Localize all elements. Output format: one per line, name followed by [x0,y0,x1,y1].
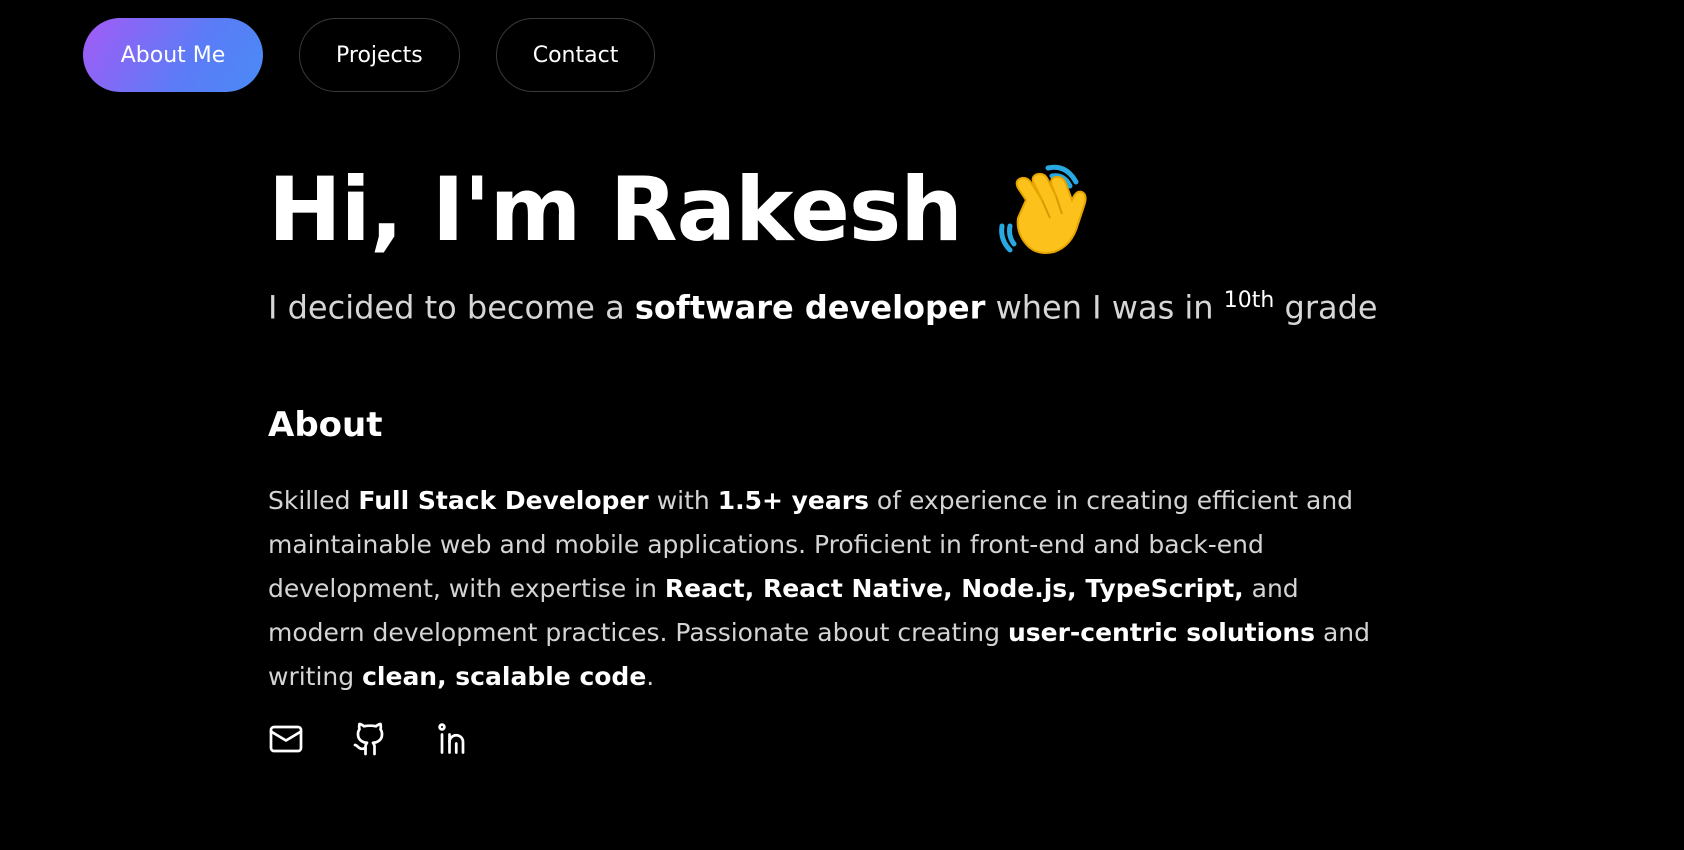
mail-icon[interactable] [268,721,304,757]
hero-title-text: Hi, I'm Rakesh [268,158,963,261]
main-content: Hi, I'm Rakesh I decided to become a sof… [268,160,1378,757]
subtitle-strong: software developer [634,288,986,327]
about-strong-4: user-centric solutions [1007,617,1316,647]
hero-subtitle: I decided to become a software developer… [268,288,1378,327]
subtitle-mid: when I was in [995,288,1214,327]
hero-title: Hi, I'm Rakesh [268,160,1378,260]
about-paragraph: Skilled Full Stack Developer with 1.5+ y… [268,479,1378,699]
nav-about-me-button[interactable]: About Me [83,18,263,92]
about-text-2: with [656,485,710,515]
waving-hand-icon [996,160,1096,260]
nav-projects-button[interactable]: Projects [299,18,460,92]
about-strong-3: React, React Native, Node.js, TypeScript… [664,573,1244,603]
social-links [268,721,1378,757]
subtitle-prefix: I decided to become a [268,288,625,327]
page: About Me Projects Contact Hi, I'm Rakesh [0,0,1684,850]
about-text-6: . [646,661,655,691]
subtitle-suffix: grade [1284,288,1378,327]
about-text-1: Skilled [268,485,351,515]
about-strong-5: clean, scalable code [362,661,647,691]
linkedin-icon[interactable] [436,721,472,757]
subtitle-superscript: 10th [1223,288,1275,313]
about-strong-1: Full Stack Developer [358,485,649,515]
top-nav: About Me Projects Contact [83,18,656,92]
nav-contact-button[interactable]: Contact [495,18,656,92]
about-strong-2: 1.5+ years [717,485,869,515]
github-icon[interactable] [352,721,388,757]
about-heading: About [268,404,383,445]
